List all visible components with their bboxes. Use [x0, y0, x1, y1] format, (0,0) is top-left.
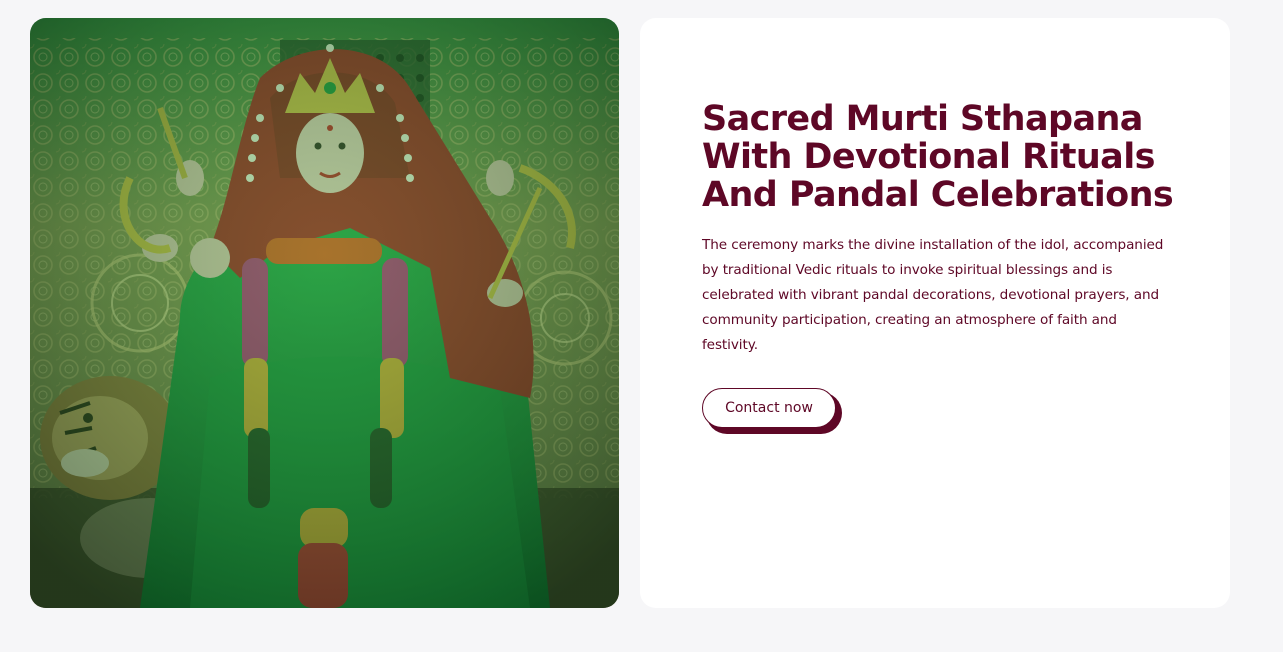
hero-image — [30, 18, 619, 608]
section-heading: Sacred Murti Sthapana With Devotional Ri… — [702, 100, 1202, 214]
section-description: The ceremony marks the divine installati… — [702, 237, 1164, 353]
idol-illustration — [30, 18, 619, 608]
heading-line: With Devotional Rituals — [702, 137, 1155, 177]
contact-now-button[interactable]: Contact now — [702, 388, 836, 428]
heading-line: And Pandal Celebrations — [702, 175, 1174, 215]
heading-line: Sacred Murti Sthapana — [702, 99, 1143, 139]
content-card: Sacred Murti Sthapana With Devotional Ri… — [640, 18, 1230, 608]
